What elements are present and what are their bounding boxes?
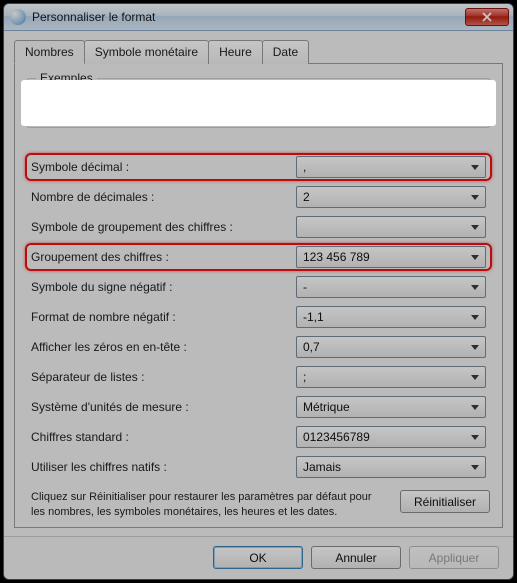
setting-row: Symbole du signe négatif :- xyxy=(27,272,490,302)
setting-label: Afficher les zéros en en-tête : xyxy=(31,340,296,354)
positive-value[interactable] xyxy=(87,93,227,115)
cancel-button[interactable]: Annuler xyxy=(311,546,401,569)
close-button[interactable] xyxy=(465,8,509,26)
settings-list: Symbole décimal :,Nombre de décimales :2… xyxy=(27,152,490,482)
titlebar: Personnaliser le format xyxy=(4,4,513,31)
setting-label: Séparateur de listes : xyxy=(31,370,296,384)
setting-label: Symbole de groupement des chiffres : xyxy=(31,220,296,234)
apply-button[interactable]: Appliquer xyxy=(409,546,499,569)
button-bar: OK Annuler Appliquer xyxy=(4,536,513,579)
negative-label: Négatif : xyxy=(255,97,300,111)
setting-dropdown[interactable] xyxy=(296,216,486,238)
setting-label: Chiffres standard : xyxy=(31,430,296,444)
setting-label: Utiliser les chiffres natifs : xyxy=(31,460,296,474)
close-icon xyxy=(482,12,492,22)
setting-row: Symbole de groupement des chiffres : xyxy=(27,212,490,242)
setting-dropdown[interactable]: , xyxy=(296,156,486,178)
tab-panel: Exemples Positif : Négatif : Symbole déc… xyxy=(14,63,503,528)
setting-row: Afficher les zéros en en-tête :0,7 xyxy=(27,332,490,362)
setting-dropdown[interactable]: 0,7 xyxy=(296,336,486,358)
setting-label: Symbole du signe négatif : xyxy=(31,280,296,294)
reset-hint: Cliquez sur Réinitialiser pour restaurer… xyxy=(27,490,384,519)
setting-row: Utiliser les chiffres natifs :Jamais xyxy=(27,452,490,482)
tab-heure[interactable]: Heure xyxy=(208,40,263,64)
setting-dropdown[interactable]: ; xyxy=(296,366,486,388)
setting-row: Séparateur de listes :; xyxy=(27,362,490,392)
setting-label: Groupement des chiffres : xyxy=(31,250,296,264)
setting-dropdown[interactable]: Métrique xyxy=(296,396,486,418)
setting-dropdown[interactable]: 0123456789 xyxy=(296,426,486,448)
tabstrip: Nombres Symbole monétaire Heure Date xyxy=(14,40,503,64)
setting-label: Format de nombre négatif : xyxy=(31,310,296,324)
positive-label: Positif : xyxy=(38,97,77,111)
setting-label: Nombre de décimales : xyxy=(31,190,296,204)
globe-icon xyxy=(10,9,26,25)
tab-date[interactable]: Date xyxy=(262,40,309,64)
ok-button[interactable]: OK xyxy=(213,546,303,569)
reset-button[interactable]: Réinitialiser xyxy=(400,490,490,513)
tab-monnaie[interactable]: Symbole monétaire xyxy=(84,40,209,64)
setting-row: Système d'unités de mesure :Métrique xyxy=(27,392,490,422)
setting-dropdown[interactable]: Jamais xyxy=(296,456,486,478)
tab-nombres[interactable]: Nombres xyxy=(14,40,85,64)
setting-row: Format de nombre négatif :-1,1 xyxy=(27,302,490,332)
setting-dropdown[interactable]: 123 456 789 xyxy=(296,246,486,268)
setting-row: Groupement des chiffres :123 456 789 xyxy=(27,242,490,272)
dialog-window: Personnaliser le format Nombres Symbole … xyxy=(3,3,514,580)
client-area: Nombres Symbole monétaire Heure Date Exe… xyxy=(4,31,513,536)
setting-label: Symbole décimal : xyxy=(31,160,296,174)
examples-title: Exemples xyxy=(36,71,97,85)
setting-dropdown[interactable]: 2 xyxy=(296,186,486,208)
setting-row: Symbole décimal :, xyxy=(27,152,490,182)
negative-value[interactable] xyxy=(310,93,450,115)
setting-row: Nombre de décimales :2 xyxy=(27,182,490,212)
examples-group: Exemples Positif : Négatif : xyxy=(27,78,490,128)
window-title: Personnaliser le format xyxy=(32,10,465,24)
setting-row: Chiffres standard :0123456789 xyxy=(27,422,490,452)
setting-label: Système d'unités de mesure : xyxy=(31,400,296,414)
setting-dropdown[interactable]: -1,1 xyxy=(296,306,486,328)
setting-dropdown[interactable]: - xyxy=(296,276,486,298)
